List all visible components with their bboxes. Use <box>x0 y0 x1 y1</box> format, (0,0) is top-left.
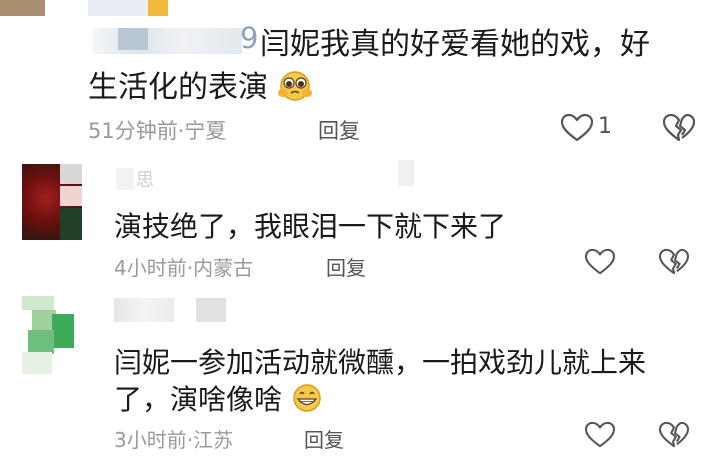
comment-list: 9 闫妮我真的好爱看她的戏，好 生活化的表演 51分钟前·宁夏 回复 1 思 演… <box>0 0 720 459</box>
grinning-face-icon <box>293 384 321 412</box>
comment-text: 闫妮我真的好爱看她的戏，好 <box>260 27 650 62</box>
comment-time: 4小时前 <box>114 256 187 280</box>
avatar[interactable] <box>0 0 45 16</box>
heart-icon[interactable] <box>584 248 616 276</box>
comment-location: 内蒙古 <box>193 256 254 280</box>
avatar-image <box>60 186 82 206</box>
reply-button[interactable]: 回复 <box>318 115 360 145</box>
avatar-image <box>60 208 82 240</box>
comment-meta: 3小时前·江苏 <box>114 424 233 453</box>
username[interactable]: 9 <box>240 21 258 55</box>
avatar-image <box>22 296 54 310</box>
username-mosaic <box>114 298 174 322</box>
comment-meta: 51分钟前·宁夏 <box>88 115 226 145</box>
username-mosaic <box>148 0 168 16</box>
username-mosaic <box>116 168 134 190</box>
comment-text-line: 了，演啥像啥 <box>114 383 283 416</box>
pleading-face-icon <box>277 71 312 101</box>
comment-time: 3小时前 <box>114 428 187 452</box>
like-count: 1 <box>598 114 612 139</box>
broken-heart-icon[interactable] <box>662 113 696 143</box>
comment-time: 51分钟前 <box>88 119 178 143</box>
username-mosaic <box>196 298 226 322</box>
reply-button[interactable]: 回复 <box>304 424 344 453</box>
comment-text: 演技绝了，我眼泪一下就下来了 <box>114 210 507 243</box>
avatar[interactable] <box>22 296 84 374</box>
username-mosaic <box>88 0 148 16</box>
heart-icon[interactable] <box>584 421 616 449</box>
username[interactable]: 思 <box>136 166 154 192</box>
heart-icon[interactable] <box>560 113 594 143</box>
avatar[interactable] <box>22 164 82 240</box>
avatar-image <box>52 314 74 348</box>
comment-location: 宁夏 <box>184 119 227 143</box>
reply-button[interactable]: 回复 <box>326 252 366 281</box>
broken-heart-icon[interactable] <box>658 248 690 276</box>
broken-heart-icon[interactable] <box>658 421 690 449</box>
username-mosaic <box>92 28 242 54</box>
username-mosaic <box>118 28 148 50</box>
avatar-image <box>22 352 52 374</box>
comment-text-line: 生活化的表演 <box>88 70 268 105</box>
avatar-image <box>28 330 54 354</box>
comment-text: 闫妮一参加活动就微醺，一拍戏劲儿就上来 <box>114 346 647 379</box>
avatar-image <box>60 164 82 184</box>
comment-meta: 4小时前·内蒙古 <box>114 252 253 281</box>
comment-text: 了，演啥像啥 <box>114 378 323 418</box>
comment-location: 江苏 <box>193 428 234 452</box>
username-mosaic <box>398 160 414 186</box>
comment-text: 生活化的表演 <box>88 62 312 106</box>
